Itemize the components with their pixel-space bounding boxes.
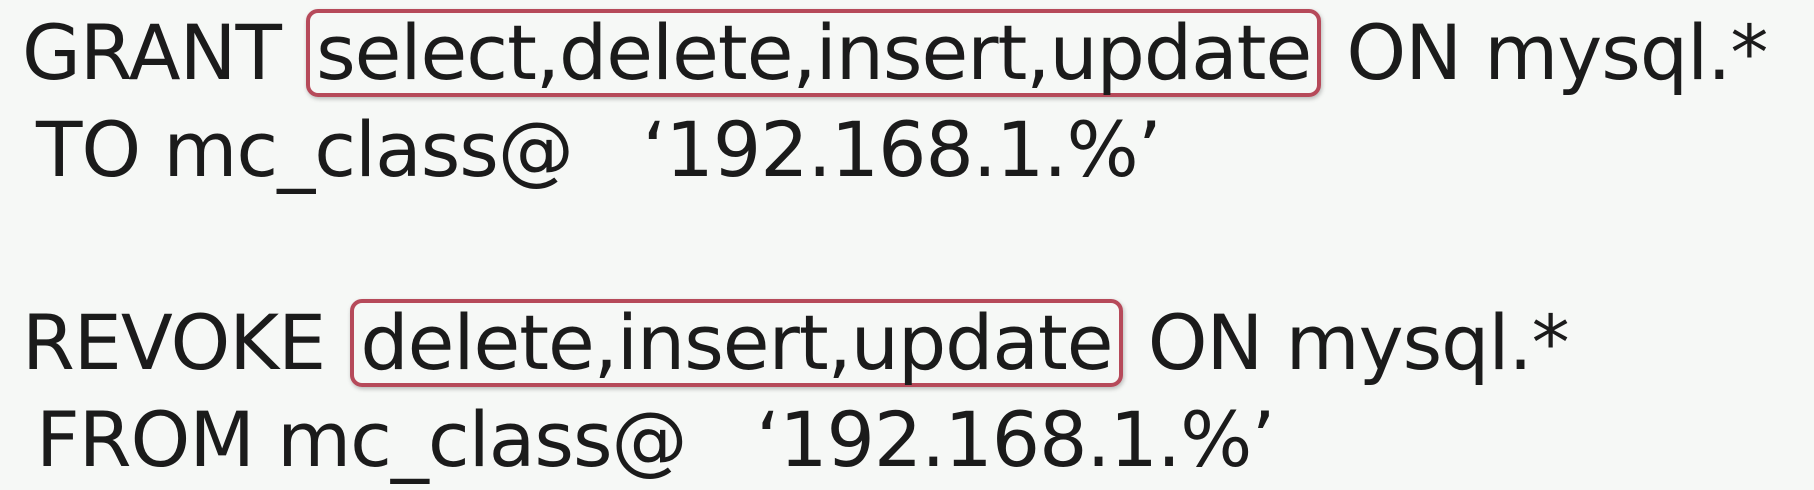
grant-privileges-highlight: select,delete,insert,update	[306, 9, 1322, 97]
grant-keyword: GRANT	[22, 8, 282, 97]
grant-on-clause: ON mysql.*	[1346, 8, 1768, 97]
slide: { "grant": { "keyword": "GRANT", "privil…	[0, 0, 1814, 490]
grant-to-clause: TO mc_class@ ‘192.168.1.%’	[36, 105, 1162, 194]
revoke-privileges-highlight: delete,insert,update	[350, 299, 1123, 387]
grant-statement-line-1: GRANT select,delete,insert,update ON mys…	[22, 8, 1768, 98]
revoke-statement-line-1: REVOKE delete,insert,update ON mysql.*	[22, 298, 1570, 388]
revoke-on-clause: ON mysql.*	[1147, 298, 1570, 387]
revoke-keyword: REVOKE	[22, 298, 326, 387]
revoke-from-clause: FROM mc_class@ ‘192.168.1.%’	[36, 395, 1276, 484]
